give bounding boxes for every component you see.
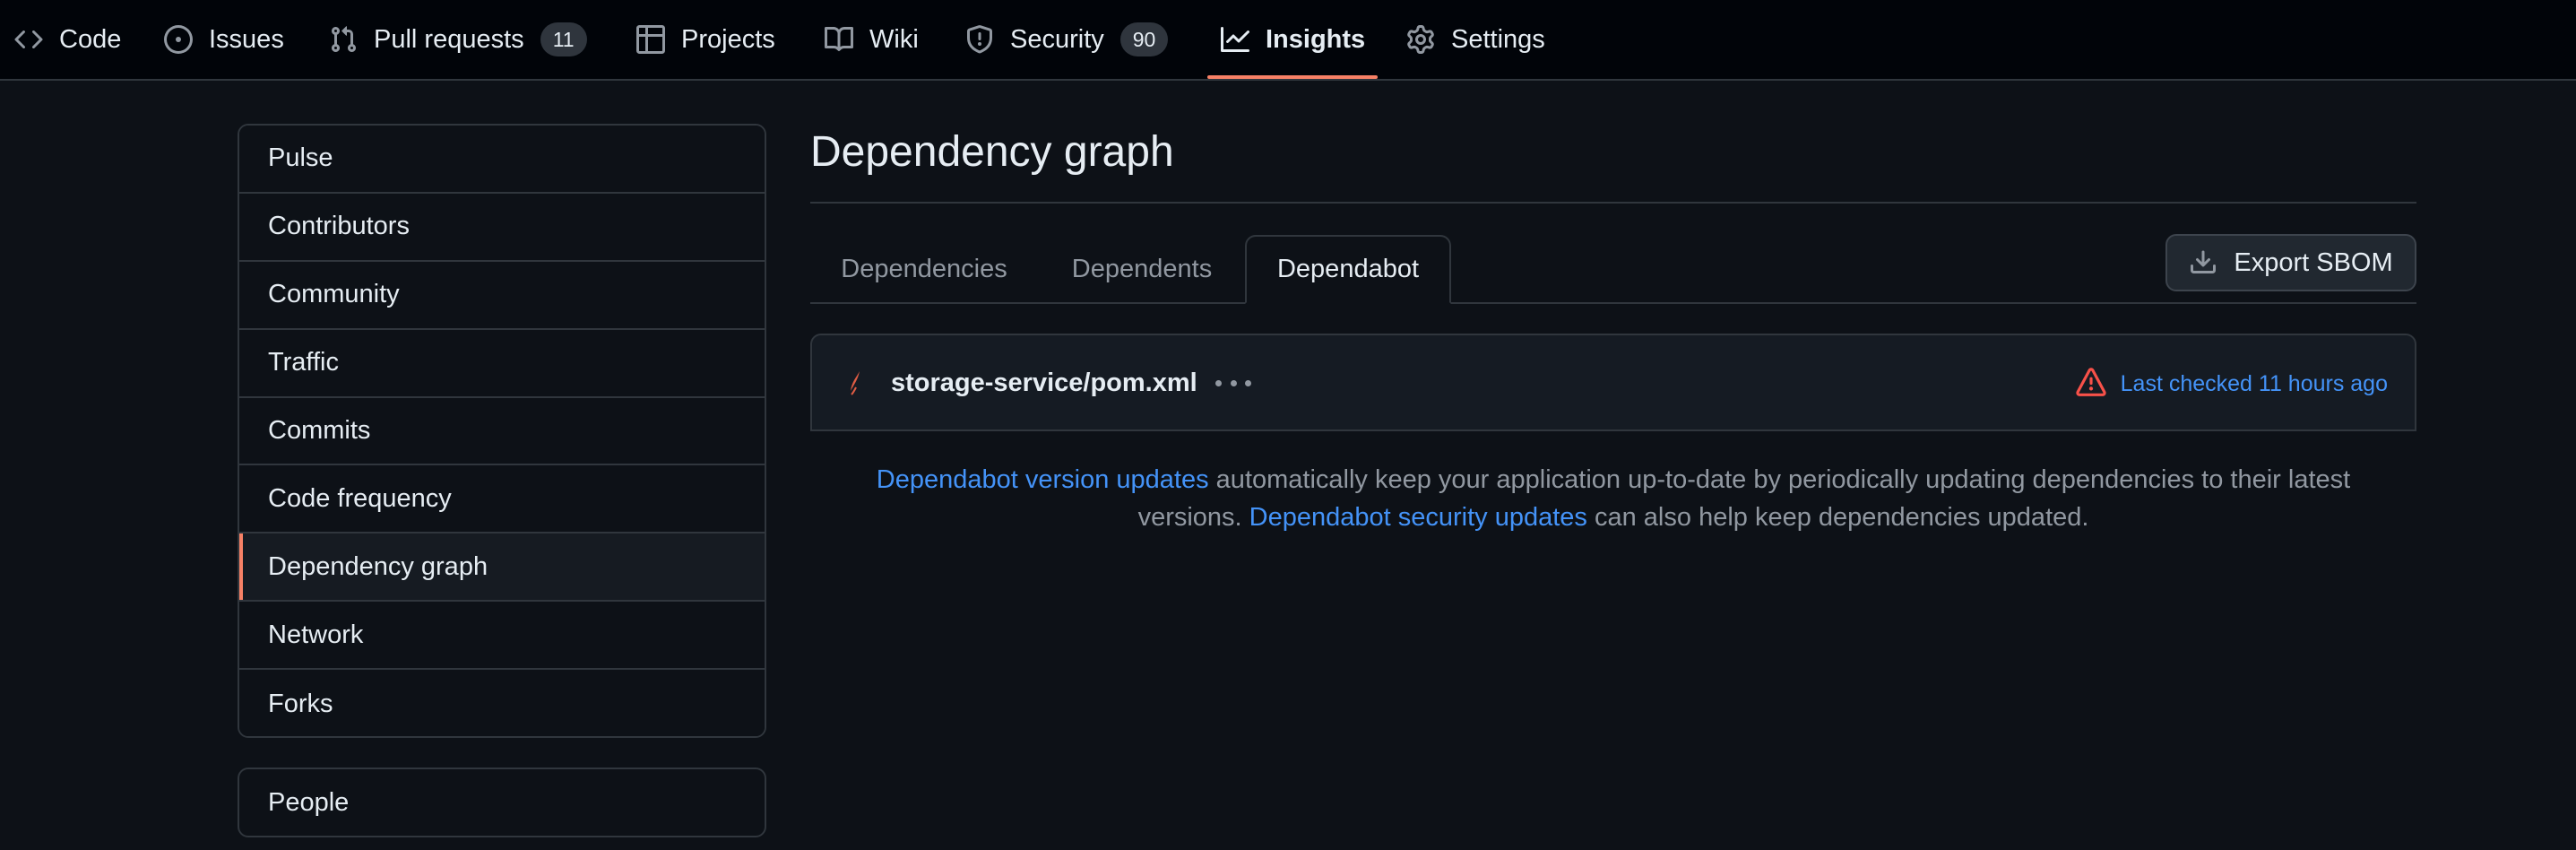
sidebar-item-commits[interactable]: Commits	[239, 397, 765, 466]
title-divider	[810, 202, 2416, 204]
insights-side-menu: Pulse Contributors Community Traffic Com…	[238, 124, 766, 738]
sidebar-item-label: Code frequency	[268, 483, 452, 513]
issue-opened-icon	[164, 25, 193, 54]
nav-tab-security[interactable]: Security 90	[965, 0, 1169, 79]
sidebar-item-traffic[interactable]: Traffic	[239, 329, 765, 398]
graph-icon	[1221, 25, 1249, 54]
nav-tab-label: Projects	[681, 24, 775, 54]
sidebar-item-label: People	[268, 787, 350, 817]
java-file-icon	[846, 369, 866, 396]
active-tab-underline	[1207, 75, 1378, 79]
page-title: Dependency graph	[810, 128, 1174, 176]
nav-tab-label: Issues	[209, 24, 284, 54]
repo-nav: Code Issues Pull requests 11 Projects Wi…	[0, 0, 2576, 81]
tab-label: Dependabot	[1276, 255, 1420, 283]
version-updates-link[interactable]: Dependabot version updates	[877, 465, 1209, 494]
pull-requests-counter: 11	[540, 22, 587, 56]
dependabot-info: Dependabot version updates automatically…	[810, 461, 2416, 536]
sidebar-item-dependency-graph[interactable]: Dependency graph	[239, 533, 765, 603]
sidebar-item-pulse[interactable]: Pulse	[239, 126, 765, 194]
info-text-3: can also help keep dependencies updated.	[1586, 503, 2089, 532]
kebab-horizontal-icon[interactable]	[1215, 369, 1251, 396]
nav-tab-label: Security	[1010, 24, 1104, 54]
export-sbom-label: Export SBOM	[2234, 247, 2393, 277]
last-checked-link[interactable]: Last checked 11 hours ago	[2121, 371, 2388, 397]
nav-tab-code[interactable]: Code	[14, 0, 121, 79]
git-pull-request-icon	[329, 25, 358, 54]
sidebar-item-forks[interactable]: Forks	[239, 670, 765, 736]
sidebar-item-people[interactable]: People	[238, 768, 766, 837]
tab-dependents[interactable]: Dependents	[1038, 235, 1246, 304]
book-icon	[825, 25, 853, 54]
manifest-file-link[interactable]: storage-service/pom.xml	[891, 369, 1197, 398]
sidebar-item-label: Contributors	[268, 212, 410, 241]
nav-tab-settings[interactable]: Settings	[1406, 0, 1545, 79]
sidebar-item-label: Commits	[268, 416, 371, 445]
tab-label: Dependents	[1071, 255, 1213, 283]
manifest-header: storage-service/pom.xml Last checked 11 …	[810, 334, 2416, 431]
info-text-2: versions.	[1137, 503, 1249, 532]
nav-tab-pull-requests[interactable]: Pull requests 11	[329, 0, 587, 79]
security-updates-link[interactable]: Dependabot security updates	[1249, 503, 1587, 532]
nav-tab-label: Pull requests	[374, 24, 524, 54]
nav-tab-label: Settings	[1451, 24, 1545, 54]
tab-dependencies[interactable]: Dependencies	[810, 235, 1038, 304]
nav-tab-label: Code	[59, 24, 122, 54]
tab-dependabot[interactable]: Dependabot	[1245, 235, 1451, 304]
download-icon	[2189, 248, 2217, 277]
info-text-1: automatically keep your application up-t…	[1208, 465, 2351, 494]
nav-tab-insights[interactable]: Insights	[1221, 0, 1365, 79]
code-icon	[14, 25, 43, 54]
sidebar-item-label: Community	[268, 280, 400, 309]
nav-tab-wiki[interactable]: Wiki	[825, 0, 919, 79]
sidebar-item-community[interactable]: Community	[239, 261, 765, 330]
security-counter: 90	[1119, 22, 1169, 56]
sidebar-item-code-frequency[interactable]: Code frequency	[239, 465, 765, 534]
nav-tab-projects[interactable]: Projects	[636, 0, 775, 79]
nav-tab-issues[interactable]: Issues	[164, 0, 284, 79]
gear-icon	[1406, 25, 1435, 54]
sidebar-item-label: Dependency graph	[268, 551, 488, 581]
sidebar-item-label: Traffic	[268, 348, 339, 377]
sidebar-item-label: Pulse	[268, 143, 333, 173]
tab-label: Dependencies	[841, 255, 1007, 283]
export-sbom-button[interactable]: Export SBOM	[2165, 234, 2416, 291]
sidebar-item-contributors[interactable]: Contributors	[239, 193, 765, 262]
sidebar-item-network[interactable]: Network	[239, 602, 765, 671]
sidebar-item-label: Network	[268, 620, 364, 649]
shield-icon	[965, 25, 994, 54]
nav-tab-label: Wiki	[869, 24, 919, 54]
nav-tab-label: Insights	[1266, 24, 1366, 54]
alert-icon	[2076, 368, 2106, 398]
table-icon	[636, 25, 665, 54]
sidebar-item-label: Forks	[268, 689, 333, 718]
